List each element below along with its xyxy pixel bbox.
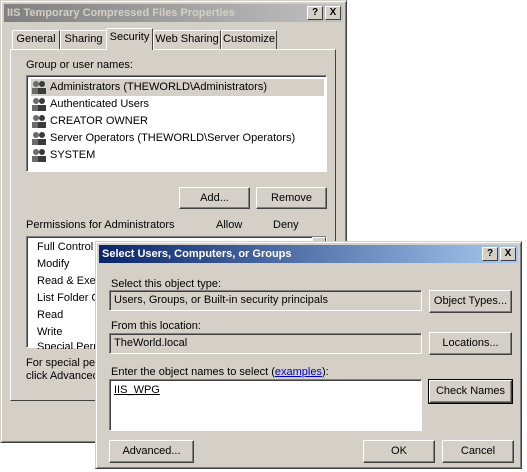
close-icon: X [329,7,337,18]
permission-row: Read & Exec [37,275,102,287]
locations-button[interactable]: Locations... [429,332,512,355]
dialog-help-button[interactable]: ? [482,247,498,261]
user-name: Administrators (THEWORLD\Administrators) [50,81,267,93]
user-group-icon [32,132,46,145]
object-names-label: Enter the object names to select (exampl… [111,366,329,378]
object-names-textarea[interactable]: IIS_WPG [109,379,422,431]
object-type-value: Users, Groups, or Built-in security prin… [114,294,328,306]
user-name: CREATOR OWNER [50,115,148,127]
close-button[interactable]: X [325,6,341,20]
location-value: TheWorld.local [114,337,188,349]
object-types-button[interactable]: Object Types... [429,290,512,313]
tab-customize[interactable]: Customize [221,30,277,49]
cancel-button[interactable]: Cancel [442,440,514,463]
tab-web-sharing[interactable]: Web Sharing [153,30,221,49]
ok-button[interactable]: OK [363,440,435,463]
allow-column-header: Allow [216,219,243,231]
permission-row: Special Perm [37,341,103,349]
dialog-close-button[interactable]: X [500,247,516,261]
select-users-dialog: Select Users, Computers, or Groups ? X S… [95,241,522,469]
list-item[interactable]: Server Operators (THEWORLD\Server Operat… [31,130,324,147]
tab-general[interactable]: General [12,30,60,49]
dialog-title: Select Users, Computers, or Groups [102,248,292,260]
permission-row: Read [37,309,64,321]
user-name: Authenticated Users [50,98,150,110]
user-name: SYSTEM [50,149,96,161]
dialog-title-bar[interactable]: Select Users, Computers, or Groups ? X [99,245,518,263]
user-name: Server Operators (THEWORLD\Server Operat… [50,132,296,144]
object-names-value: IIS_WPG [114,384,160,396]
add-button[interactable]: Add... [179,187,250,209]
user-group-icon [32,81,46,94]
check-names-button[interactable]: Check Names [428,379,513,404]
object-type-field: Users, Groups, or Built-in security prin… [109,290,422,311]
advanced-button[interactable]: Advanced... [109,440,194,463]
list-item[interactable]: Administrators (THEWORLD\Administrators) [31,79,324,96]
permission-row: Full Control [37,241,94,253]
properties-title-bar[interactable]: IIS Temporary Compressed Files Propertie… [4,4,343,22]
deny-column-header: Deny [273,219,299,231]
help-button[interactable]: ? [307,6,323,20]
group-or-user-names-label: Group or user names: [26,59,133,71]
user-group-icon [32,115,46,128]
user-group-icon [32,149,46,162]
location-label: From this location: [111,320,201,332]
permissions-label: Permissions for Administrators [26,219,175,231]
user-list[interactable]: Administrators (THEWORLD\Administrators)… [26,75,327,172]
permission-row: Modify [37,258,70,270]
permission-row: Write [37,326,63,338]
list-item[interactable]: Authenticated Users [31,96,324,113]
location-field: TheWorld.local [109,333,422,354]
close-icon: X [504,248,512,259]
object-type-label: Select this object type: [111,278,222,290]
tab-sharing[interactable]: Sharing [60,30,107,49]
examples-link[interactable]: examples [275,366,322,378]
remove-button[interactable]: Remove [256,187,327,209]
special-permissions-text-line2: click Advanced [26,370,99,382]
user-group-icon [32,98,46,111]
properties-title: IIS Temporary Compressed Files Propertie… [7,7,235,19]
tab-security[interactable]: Security [106,28,153,50]
list-item[interactable]: SYSTEM [31,147,324,164]
list-item[interactable]: CREATOR OWNER [31,113,324,130]
